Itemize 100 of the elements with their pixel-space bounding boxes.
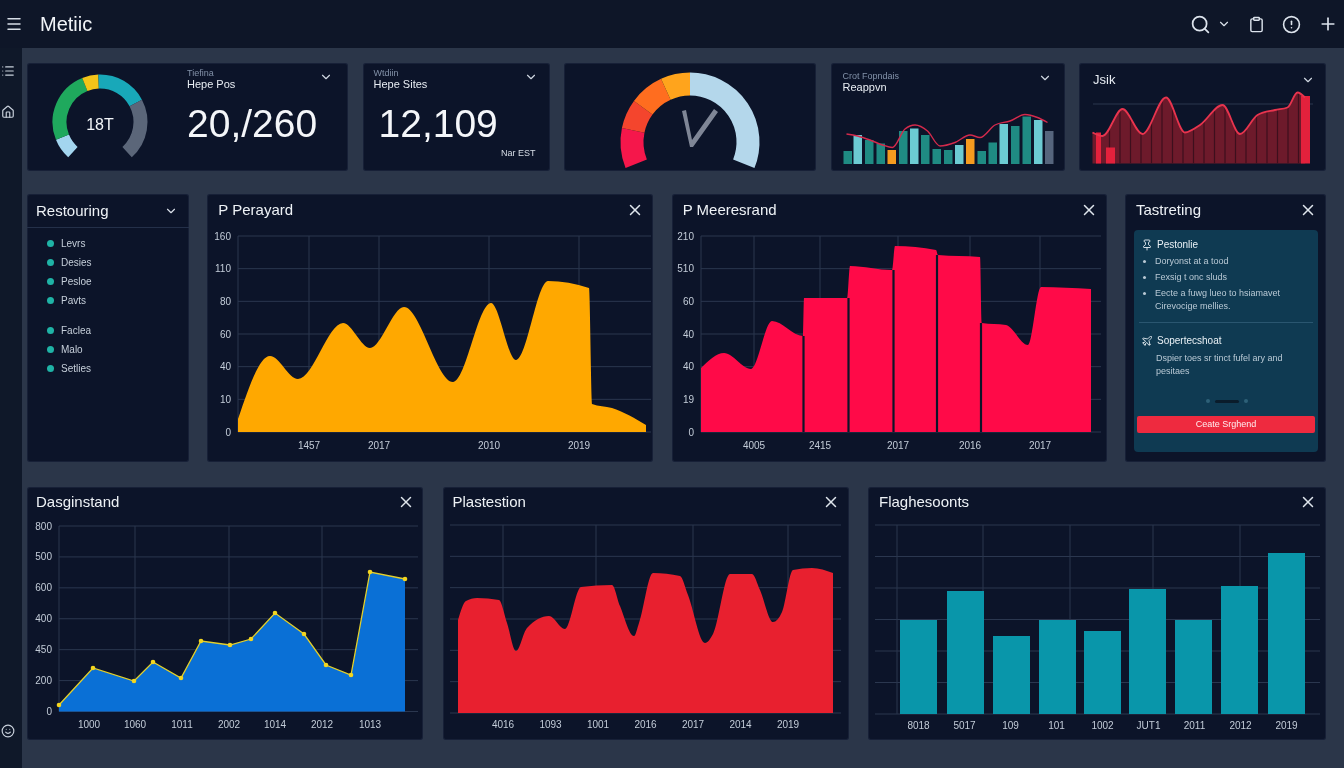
bullet-text: Doryonst at a tood	[1155, 255, 1229, 268]
axis-label: 1000	[77, 719, 101, 730]
bullet-text: Eecte a fuwg lueo to hsiamavet Cirevocige mellies.	[1155, 287, 1282, 313]
app-title: Metiic	[40, 12, 93, 36]
legend-dot-icon	[47, 259, 54, 266]
axis-label: 2017	[681, 719, 704, 730]
axis-label: 110	[215, 263, 232, 275]
kpi-value: 12,109	[378, 104, 499, 143]
axis-label: 4016	[491, 719, 514, 730]
clipboard-icon[interactable]	[1248, 15, 1265, 33]
plane-icon	[1141, 335, 1153, 347]
panel-title: Restouring	[36, 201, 109, 220]
legend-dot-icon	[47, 365, 54, 372]
axis-label: 160	[214, 230, 232, 242]
legend-label: Levrs	[61, 237, 86, 250]
panel-title: Dasginstand	[36, 493, 120, 511]
panel-title: P Meeresrand	[682, 201, 777, 219]
axis-label: 1014	[263, 719, 287, 730]
axis-label: JUT1	[1136, 720, 1161, 731]
pin-icon	[1141, 239, 1153, 251]
card-title: Hepe Sites	[373, 78, 428, 91]
axis-label: 2011	[1183, 720, 1206, 731]
alert-icon[interactable]	[1282, 14, 1301, 34]
axis-label: 8018	[907, 720, 930, 731]
axis-label: 2012	[1229, 720, 1252, 731]
axis-label: 2019	[776, 719, 799, 730]
kpi-note: Nar EST	[501, 148, 536, 159]
bullet-text: Fexsig t onc sluds	[1155, 271, 1227, 284]
axis-label: 200	[35, 675, 52, 687]
axis-label: 40	[682, 328, 694, 340]
axis-label: 19	[682, 393, 694, 405]
axis-label: 600	[35, 582, 52, 594]
axis-label: 2002	[217, 719, 241, 730]
axis-label: 60	[220, 328, 232, 340]
axis-label: 800	[35, 520, 52, 532]
card-title: Hepe Pos	[187, 78, 237, 91]
axis-label: 2019	[1275, 720, 1298, 731]
axis-label: 2019	[568, 440, 591, 451]
legend-label: Pavts	[61, 294, 86, 307]
section-heading: Sopertecshoat	[1157, 334, 1222, 348]
axis-label: 4005	[742, 440, 765, 451]
axis-label: 1002	[1091, 720, 1114, 731]
axis-label: 1013	[358, 719, 382, 730]
card-caption: Crot Fopndais	[842, 71, 900, 81]
kpi-value: 20,/260	[187, 104, 318, 143]
legend-label: Pesloe	[61, 275, 92, 288]
legend-dot-icon	[47, 240, 54, 247]
smiley-icon[interactable]	[1, 724, 15, 738]
axis-label: 5017	[953, 720, 976, 731]
axis-label: 2012	[310, 719, 334, 730]
panel-title: Flaghesoonts	[879, 493, 970, 511]
axis-label: 0	[688, 426, 694, 438]
bullet-icon	[1143, 276, 1146, 279]
bullet-icon	[1143, 292, 1146, 295]
axis-label: 2017	[886, 440, 909, 451]
section-text: Dspier toes sr tinct fufel ary and pesitaes	[1156, 352, 1284, 378]
bullet-icon	[1143, 260, 1146, 263]
legend-label: Setlies	[61, 362, 91, 375]
card-caption: Wtdiin	[373, 68, 400, 78]
legend-dot-icon	[47, 278, 54, 285]
card-title: Reappvn	[842, 81, 888, 94]
legend-label: Malo	[61, 343, 83, 356]
axis-label: 2016	[958, 440, 981, 451]
axis-label: 450	[35, 644, 52, 656]
axis-label: 0	[46, 706, 52, 717]
panel-title: P Perayard	[218, 201, 294, 219]
card-caption: Tiefina	[187, 68, 215, 78]
gauge-value: 18T	[86, 116, 114, 133]
axis-label: 2017	[368, 440, 391, 451]
axis-label: 500	[35, 551, 52, 563]
axis-label: 2014	[728, 719, 752, 730]
axis-label: 10	[220, 393, 232, 405]
primary-button[interactable]: Ceate Srghend	[1137, 416, 1315, 433]
menu-icon[interactable]	[5, 15, 23, 33]
search-icon[interactable]	[1190, 13, 1211, 35]
legend-dot-icon	[47, 297, 54, 304]
legend-label: Faclea	[61, 324, 91, 337]
axis-label: 1011	[171, 719, 193, 730]
axis-label: 510	[676, 263, 694, 275]
axis-label: 2010	[478, 440, 501, 451]
panel-title: Plastestion	[452, 493, 526, 511]
legend-dot-icon	[47, 327, 54, 334]
axis-label: 2017	[1028, 440, 1051, 451]
axis-label: 1060	[123, 719, 147, 730]
axis-label: 60	[682, 295, 694, 307]
axis-label: 80	[220, 295, 232, 307]
axis-label: 1001	[586, 719, 609, 730]
home-icon[interactable]	[1, 105, 15, 119]
axis-label: 400	[35, 613, 52, 625]
list-icon[interactable]	[1, 64, 15, 78]
legend-dot-icon	[47, 346, 54, 353]
axis-label: 1457	[298, 440, 321, 451]
card-title: Jsik	[1093, 72, 1116, 88]
axis-label: 0	[225, 426, 232, 438]
axis-label: 210	[676, 230, 694, 242]
section-heading: Pestonlie	[1157, 238, 1199, 252]
axis-label: 1093	[538, 719, 562, 730]
axis-label: 40	[220, 361, 232, 373]
axis-label: 2016	[633, 719, 657, 730]
legend-label: Desies	[61, 256, 92, 269]
